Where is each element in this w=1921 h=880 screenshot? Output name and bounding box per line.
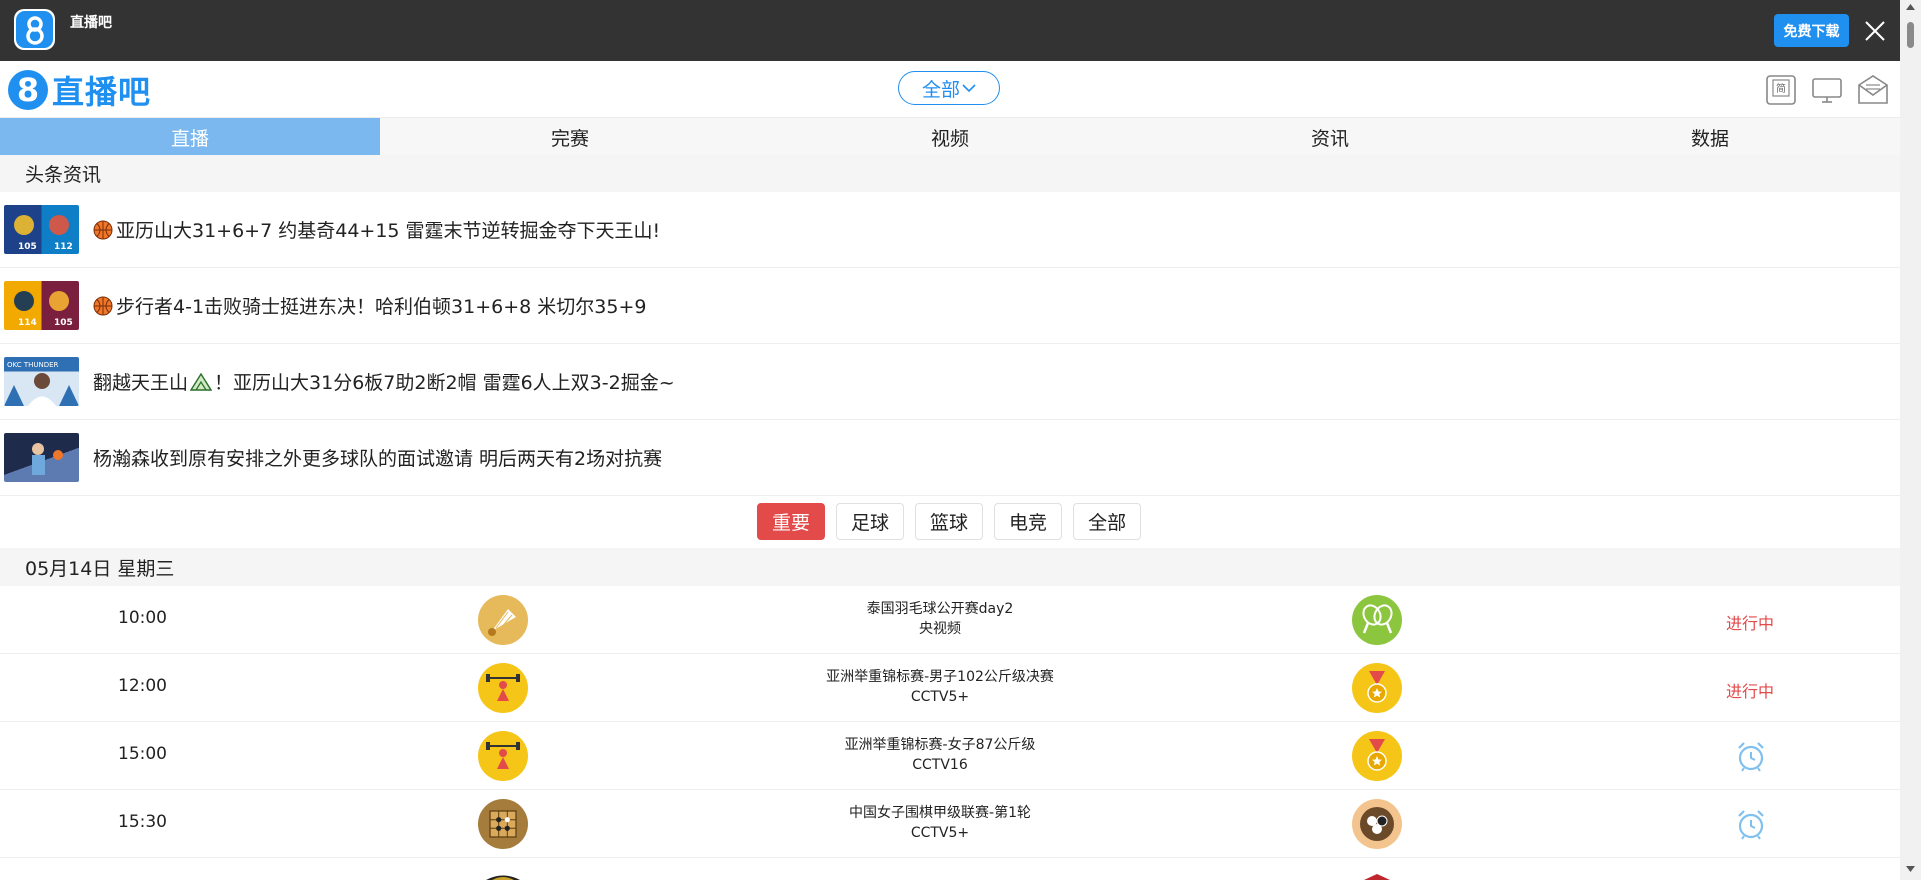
category-esports-button[interactable]: 电竞 <box>994 503 1063 540</box>
news-title: 杨瀚森收到原有安排之外更多球队的面试邀请 明后两天有2场对抗赛 <box>93 448 663 470</box>
tab-data[interactable]: 数据 <box>1520 118 1900 156</box>
sport-filter-label: 全部 <box>921 78 960 101</box>
news-title: 步行者4-1击败骑士挺进东决！哈利伯顿31+6+8 米切尔35+9 <box>116 296 647 318</box>
news-title-part1: 翻越天王山 <box>93 372 189 394</box>
sport-filter-dropdown[interactable]: 全部 <box>898 71 1000 105</box>
alarm-clock-reminder-icon[interactable] <box>1735 808 1767 840</box>
alarm-clock-reminder-icon[interactable] <box>1735 740 1767 772</box>
match-channel: CCTV5+ <box>910 689 970 705</box>
category-important-button[interactable]: 重要 <box>757 503 826 540</box>
player-photo-icon: OKC THUNDER <box>4 361 79 406</box>
news-thumbnail <box>4 433 79 482</box>
site-logo-name: 直播吧 <box>52 73 152 111</box>
category-basketball-button[interactable]: 篮球 <box>915 503 984 540</box>
message-icon[interactable] <box>1856 73 1890 107</box>
match-status: 进行中 <box>1725 614 1774 633</box>
svg-text:105: 105 <box>54 318 73 328</box>
news-item[interactable]: 114 105 步行者4-1击败骑士挺进东决！哈利伯顿31+6+8 米切尔35+… <box>0 268 1900 344</box>
match-channel: 央视频 <box>919 621 961 637</box>
news-item[interactable]: 105 112 亚历山大31+6+7 约基奇44+15 雷霆末节逆转掘金夺下天王… <box>0 192 1900 268</box>
pacers-vs-cavaliers-logos-icon: 114 105 <box>14 291 73 328</box>
news-item[interactable]: OKC THUNDER 翻越天王山 ！亚历山大31分6板7助2断2帽 雷霆6人上… <box>0 344 1900 420</box>
weightlifting-icon <box>478 663 528 713</box>
match-title: 中国女子围棋甲级联赛-第1轮 <box>849 805 1031 821</box>
team-logo-icon <box>1364 874 1390 880</box>
match-channel: CCTV16 <box>912 757 968 773</box>
match-time: 15:00 <box>118 744 167 764</box>
team-logo-icon <box>486 875 520 880</box>
mountain-icon <box>190 372 213 391</box>
match-time: 15:30 <box>118 812 167 832</box>
basketball-icon <box>93 220 113 239</box>
schedule-date-header: 05月14日 星期三 <box>0 548 1900 586</box>
scroll-up-arrow-icon[interactable] <box>1906 4 1915 10</box>
news-title-part2: ！亚历山大31分6板7助2断2帽 雷霆6人上双3-2掘金~ <box>214 372 675 394</box>
schedule-date-label: 05月14日 星期三 <box>25 557 175 580</box>
chevron-down-icon <box>962 84 976 93</box>
logo-eight-icon <box>25 15 44 45</box>
tab-video[interactable]: 视频 <box>760 118 1140 156</box>
news-item[interactable]: 杨瀚森收到原有安排之外更多球队的面试邀请 明后两天有2场对抗赛 <box>0 420 1900 496</box>
scroll-thumb[interactable] <box>1907 22 1914 48</box>
match-row[interactable]: 15:00 亚洲举重锦标赛-女子87公斤级 CCTV16 <box>0 722 1900 790</box>
medal-icon <box>1352 663 1402 713</box>
app-download-bar: 直播吧 免费下载 <box>0 0 1900 61</box>
player-photo-icon <box>32 443 63 475</box>
basketball-icon <box>93 296 113 315</box>
nuggets-vs-thunder-logos-icon: 105 112 <box>14 215 73 252</box>
svg-text:OKC THUNDER: OKC THUNDER <box>7 361 59 369</box>
shuttlecock-icon <box>478 595 528 645</box>
main-nav: 直播 完赛 视频 资讯 数据 <box>0 117 1900 156</box>
svg-text:114: 114 <box>18 318 37 328</box>
app-logo <box>14 9 55 50</box>
match-time: 10:00 <box>118 608 167 628</box>
category-all-button[interactable]: 全部 <box>1073 503 1142 540</box>
site-logo[interactable]: 8 直播吧 <box>8 67 151 113</box>
svg-text:112: 112 <box>54 242 73 252</box>
svg-text:简: 简 <box>1776 82 1786 95</box>
match-row[interactable]: 10:00 泰国羽毛球公开赛day2 央视频 进行中 <box>0 586 1900 654</box>
category-filter-bar: 重要 足球 篮球 电竞 全部 <box>757 503 1142 540</box>
news-thumbnail: 105 112 <box>4 205 79 254</box>
headline-section-header: 头条资讯 <box>0 155 1900 192</box>
tab-live[interactable]: 直播 <box>0 118 380 156</box>
news-title: 亚历山大31+6+7 约基奇44+15 雷霆末节逆转掘金夺下天王山! <box>116 220 661 242</box>
match-time: 12:00 <box>118 676 167 696</box>
close-icon[interactable] <box>1864 20 1886 42</box>
site-header: 8 直播吧 全部 简 <box>0 61 1900 117</box>
desktop-version-icon[interactable] <box>1810 73 1844 107</box>
free-download-button[interactable]: 免费下载 <box>1774 14 1849 47</box>
match-title: 亚洲举重锦标赛-男子102公斤级决赛 <box>826 669 1054 685</box>
match-channel: CCTV5+ <box>910 825 970 841</box>
match-status: 进行中 <box>1725 682 1774 701</box>
site-logo-badge: 8 <box>8 70 48 110</box>
tab-news[interactable]: 资讯 <box>1140 118 1520 156</box>
svg-text:105: 105 <box>18 242 37 252</box>
match-title: 泰国羽毛球公开赛day2 <box>866 601 1014 617</box>
page-scrollbar[interactable] <box>1900 0 1921 880</box>
match-row[interactable]: 15:30 中国女子围棋甲级联赛-第1轮 CCTV5+ <box>0 790 1900 858</box>
category-football-button[interactable]: 足球 <box>836 503 905 540</box>
news-thumbnail: 114 105 <box>4 281 79 330</box>
headline-section-title: 头条资讯 <box>25 164 102 186</box>
scroll-down-arrow-icon[interactable] <box>1906 866 1915 872</box>
tab-finished[interactable]: 完赛 <box>380 118 760 156</box>
go-stones-icon <box>1352 799 1402 849</box>
go-board-icon <box>478 799 528 849</box>
match-title: 亚洲举重锦标赛-女子87公斤级 <box>844 737 1036 753</box>
app-title: 直播吧 <box>70 15 112 31</box>
news-thumbnail: OKC THUNDER <box>4 357 79 406</box>
next-match-row-partial <box>0 873 1900 880</box>
tennis-racket-icon <box>1352 595 1402 645</box>
weightlifting-icon <box>478 731 528 781</box>
match-row[interactable]: 12:00 亚洲举重锦标赛-男子102公斤级决赛 CCTV5+ 进行中 <box>0 654 1900 722</box>
simple-mode-icon[interactable]: 简 <box>1764 73 1798 107</box>
medal-icon <box>1352 731 1402 781</box>
